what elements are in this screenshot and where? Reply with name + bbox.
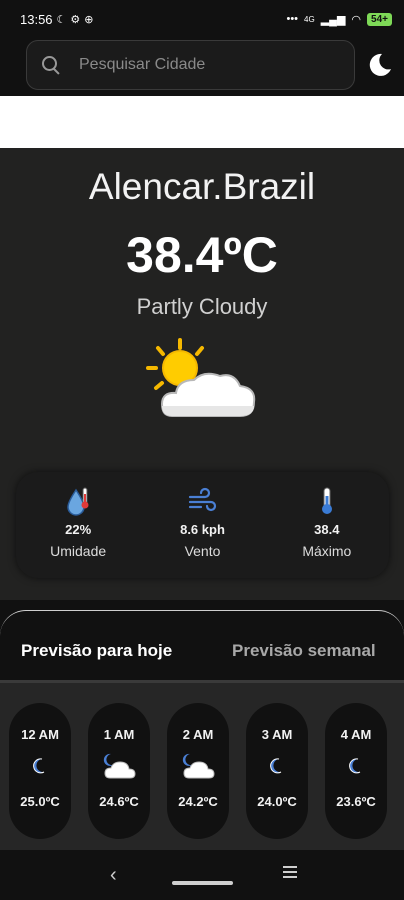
menu-icon[interactable] [283,866,297,878]
signal-icon: ▂▄▆ [320,13,346,26]
search-header [0,38,404,96]
moon-icon [33,758,45,774]
hour-temperature: 24.0ºC [257,794,297,809]
weather-condition: Partly Cloudy [136,294,268,319]
status-bar: 13:56 ☾ ⚙ ⊕ ••• 4G ▂▄▆ ◠ 54+ [0,0,404,38]
hourly-card[interactable]: 12 AM 25.0ºC [9,703,71,839]
partly-cloudy-sun-icon [146,338,256,417]
stat-value: 8.6 kph [180,522,225,537]
status-time: 13:56 [20,11,53,27]
search-bar[interactable] [26,40,355,90]
weather-stats-panel: 22% Umidade 8.6 kph Vento 38.4 Máximo [16,472,389,578]
hour-temperature: 23.6ºC [336,794,376,809]
dark-mode-toggle-icon[interactable] [367,52,393,78]
moon-icon [349,758,361,774]
stat-wind: 8.6 kph Vento [140,472,264,578]
stat-value: 22% [65,522,92,537]
hourly-card[interactable]: 4 AM 23.6ºC [325,703,387,839]
hourly-card[interactable]: 2 AM 24.2ºC [167,703,229,839]
search-input[interactable] [79,56,319,74]
back-icon[interactable]: ‹ [110,864,117,887]
network-type: 4G [304,14,315,24]
stat-humidity: 22% Umidade [16,472,140,578]
hour-temperature: 24.6ºC [99,794,139,809]
moon-icon [270,758,282,774]
hour-time: 12 AM [21,727,59,742]
thermometer-icon [321,487,332,514]
hourly-card[interactable]: 3 AM 24.0ºC [246,703,308,839]
notification-icon: ⚙ [70,13,81,26]
hourly-card[interactable]: 1 AM 24.6ºC [88,703,150,839]
tab-today-forecast[interactable]: Previsão para hoje [21,637,172,661]
hour-temperature: 25.0ºC [20,794,60,809]
battery-indicator: 54+ [367,12,392,26]
vpn-icon: ⊕ [84,13,94,26]
hour-time: 3 AM [261,727,293,742]
current-weather-card: Alencar.Brazil 38.4ºC Partly Cloudy 22% … [0,148,404,600]
status-left: 13:56 ☾ ⚙ ⊕ [20,12,94,27]
status-right: ••• 4G ▂▄▆ ◠ 54+ [286,12,392,26]
hourly-forecast-list[interactable]: 12 AM 25.0ºC 1 AM 24.6ºC 2 AM 24.2ºC 3 A… [0,683,404,850]
stat-value: 38.4 [314,522,340,537]
stat-label: Umidade [50,543,107,559]
partly-cloudy-night-icon [103,753,136,779]
app-root: 13:56 ☾ ⚙ ⊕ ••• 4G ▂▄▆ ◠ 54+ Alencar.Bra… [0,0,404,900]
hour-temperature: 24.2ºC [178,794,218,809]
hour-time: 2 AM [182,727,214,742]
stat-label: Vento [184,543,221,559]
ad-banner [0,96,404,148]
hour-time: 1 AM [103,727,135,742]
stat-max: 38.4 Máximo [265,472,389,578]
city-name: Alencar.Brazil [88,166,316,207]
humidity-icon [67,487,89,516]
system-navigation-bar: ‹ [0,850,404,900]
current-temperature: 38.4ºC [126,227,278,283]
wifi-icon: ◠ [351,13,362,26]
search-icon [41,55,61,75]
partly-cloudy-night-icon [182,753,215,779]
tab-weekly-forecast[interactable]: Previsão semanal [232,637,376,661]
signal-dots-icon: ••• [286,13,299,25]
moon-status-icon: ☾ [56,13,67,26]
hour-time: 4 AM [340,727,372,742]
stat-label: Máximo [302,543,352,559]
home-gesture-bar[interactable] [172,881,233,885]
forecast-tabs: Previsão para hoje Previsão semanal [0,610,404,680]
wind-icon [189,487,217,512]
